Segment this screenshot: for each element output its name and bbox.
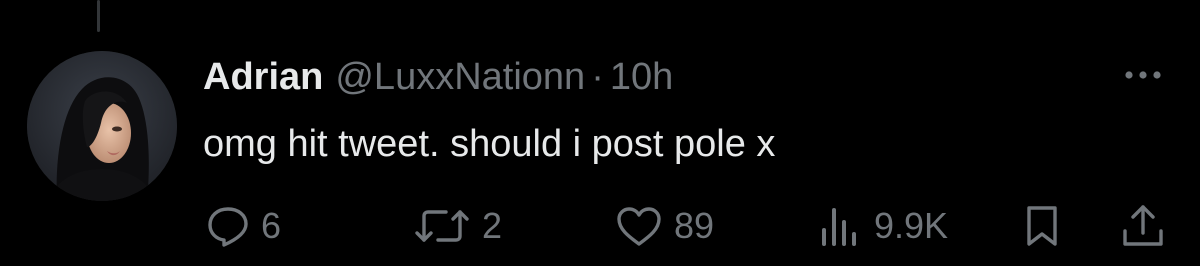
views-button[interactable]: 9.9K <box>818 196 948 256</box>
reply-button[interactable]: 6 <box>205 196 281 256</box>
share-icon <box>1123 205 1163 246</box>
more-icon <box>1125 71 1161 79</box>
bookmark-icon <box>1027 206 1057 246</box>
avatar-image <box>27 51 177 201</box>
display-name[interactable]: Adrian <box>203 53 323 101</box>
heart-icon <box>617 207 661 246</box>
repost-count: 2 <box>482 205 503 246</box>
timestamp[interactable]: 10h <box>610 53 673 101</box>
share-button[interactable] <box>1118 196 1168 256</box>
tweet-header: Adrian @LuxxNationn · 10h <box>203 53 673 101</box>
tweet-actions: 6 2 89 9.9K <box>0 196 1200 256</box>
bookmark-button[interactable] <box>1022 196 1062 256</box>
user-handle[interactable]: @LuxxNationn <box>335 53 585 101</box>
header-separator: · <box>591 56 604 98</box>
reply-count: 6 <box>261 205 282 246</box>
views-icon <box>822 208 856 246</box>
views-count: 9.9K <box>874 205 949 246</box>
repost-icon <box>415 210 469 242</box>
more-options-button[interactable] <box>1120 60 1166 90</box>
repost-button[interactable]: 2 <box>412 196 502 256</box>
thread-connector-line <box>97 0 100 32</box>
like-count: 89 <box>674 205 715 246</box>
tweet-text: omg hit tweet. should i post pole x <box>203 123 776 165</box>
reply-icon <box>208 207 248 247</box>
avatar[interactable] <box>27 51 177 201</box>
like-button[interactable]: 89 <box>614 196 714 256</box>
